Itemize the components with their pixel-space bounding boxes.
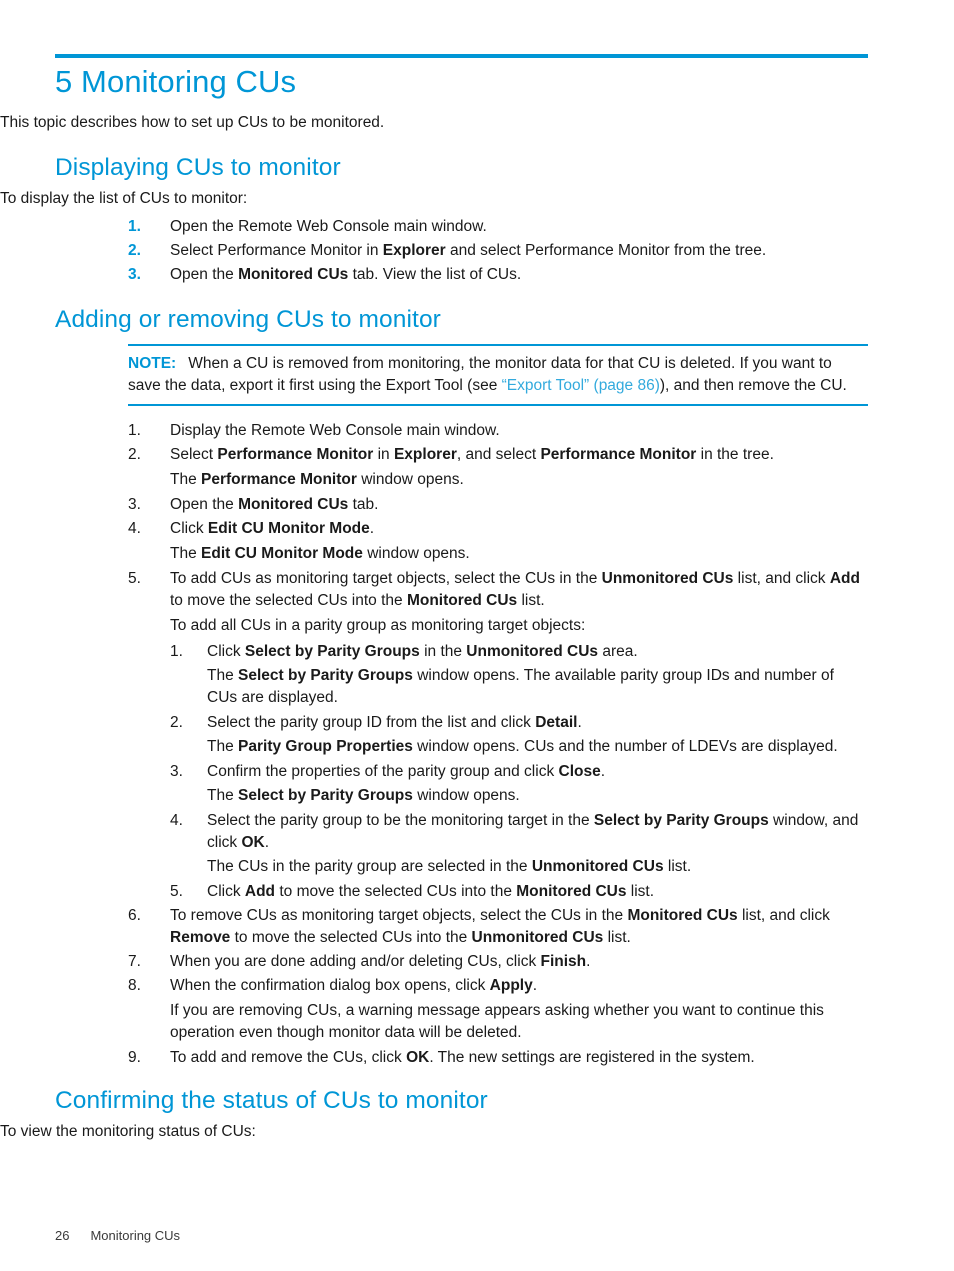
list-item-number: 7. <box>128 953 141 970</box>
list-item-result: The Performance Monitor window opens. <box>170 471 464 488</box>
list-item-result: The Edit CU Monitor Mode window opens. <box>170 545 470 562</box>
list-item: 2. Select Performance Monitor in Explore… <box>128 444 868 491</box>
list-item: 8. When the confirmation dialog box open… <box>128 975 868 1044</box>
list-item: 3. Open the Monitored CUs tab. <box>128 494 868 516</box>
list-item-number: 9. <box>128 1049 141 1066</box>
list-item-number: 2. <box>128 242 141 259</box>
list-item-text: Open the Monitored CUs tab. View the lis… <box>170 266 522 283</box>
list-item-number: 1. <box>170 643 183 660</box>
list-item-text: Open the Remote Web Console main window. <box>170 218 487 235</box>
list-item: 1. Display the Remote Web Console main w… <box>128 420 868 442</box>
list-item-result: The Parity Group Properties window opens… <box>207 738 838 755</box>
section1-lead-paragraph: To display the list of CUs to monitor: <box>0 190 248 207</box>
list-item-number: 4. <box>170 812 183 829</box>
list-item-number: 5. <box>128 570 141 587</box>
chapter-intro-paragraph: This topic describes how to set up CUs t… <box>0 114 385 131</box>
list-item-text: Click Select by Parity Groups in the Unm… <box>207 643 638 660</box>
list-item-text: To add CUs as monitoring target objects,… <box>170 570 860 609</box>
list-item-text: Display the Remote Web Console main wind… <box>170 422 500 439</box>
list-item-text: Select Performance Monitor in Explorer a… <box>170 242 767 259</box>
list-item-text: Click Add to move the selected CUs into … <box>207 883 655 900</box>
list-item-text: Open the Monitored CUs tab. <box>170 496 379 513</box>
export-tool-cross-reference-link[interactable]: “Export Tool” (page 86) <box>502 377 660 394</box>
list-item-result: The CUs in the parity group are selected… <box>207 858 692 875</box>
list-item-number: 3. <box>170 763 183 780</box>
section-heading-confirming-status: Confirming the status of CUs to monitor <box>55 1087 488 1114</box>
list-item-result: The Select by Parity Groups window opens… <box>207 787 520 804</box>
list-item: 4. Click Edit CU Monitor Mode. The Edit … <box>128 518 868 565</box>
list-item-text: To remove CUs as monitoring target objec… <box>170 907 830 946</box>
note-callout: NOTE: When a CU is removed from monitorin… <box>128 344 868 406</box>
substep-lead-paragraph: To add all CUs in a parity group as moni… <box>170 617 586 634</box>
document-page: 5 Monitoring CUs This topic describes ho… <box>0 0 954 1271</box>
chapter-accent-rule <box>55 54 868 58</box>
list-item: 3. Confirm the properties of the parity … <box>170 761 868 807</box>
list-item-number: 2. <box>128 446 141 463</box>
list-item: 2. Select Performance Monitor in Explore… <box>128 240 868 262</box>
page-footer: 26 Monitoring CUs <box>55 1228 180 1243</box>
page-title: 5 Monitoring CUs <box>55 64 297 99</box>
displaying-cus-step-list: 1. Open the Remote Web Console main wind… <box>128 216 868 286</box>
list-item-text: Select the parity group ID from the list… <box>207 714 582 731</box>
list-item-text: Select the parity group to be the monito… <box>207 812 859 851</box>
list-item-number: 1. <box>128 422 141 439</box>
list-item: 9. To add and remove the CUs, click OK. … <box>128 1047 868 1069</box>
list-item-result: The Select by Parity Groups window opens… <box>207 667 834 706</box>
list-item-text: Select Performance Monitor in Explorer, … <box>170 446 774 463</box>
footer-page-number: 26 <box>55 1228 70 1243</box>
section3-lead-paragraph: To view the monitoring status of CUs: <box>0 1123 256 1140</box>
list-item: 5. To add CUs as monitoring target objec… <box>128 568 868 903</box>
list-item: 2. Select the parity group ID from the l… <box>170 712 868 758</box>
section-heading-displaying-cus: Displaying CUs to monitor <box>55 154 341 181</box>
adding-removing-cus-step-list: 1. Display the Remote Web Console main w… <box>128 420 868 1069</box>
list-item-text: To add and remove the CUs, click OK. The… <box>170 1049 755 1066</box>
list-item-number: 3. <box>128 266 141 283</box>
list-item-result: If you are removing CUs, a warning messa… <box>170 1002 824 1041</box>
list-item-number: 3. <box>128 496 141 513</box>
page-content: This topic describes how to set up CUs t… <box>0 112 954 1149</box>
footer-chapter-name: Monitoring CUs <box>90 1228 181 1243</box>
parity-group-substep-list: 1. Click Select by Parity Groups in the … <box>170 641 868 903</box>
note-text-after: ), and then remove the CU. <box>659 377 847 394</box>
list-item: 1. Click Select by Parity Groups in the … <box>170 641 868 709</box>
list-item-text: When the confirmation dialog box opens, … <box>170 977 538 994</box>
list-item-number: 2. <box>170 714 183 731</box>
list-item: 1. Open the Remote Web Console main wind… <box>128 216 868 238</box>
list-item-number: 6. <box>128 907 141 924</box>
list-item-text: When you are done adding and/or deleting… <box>170 953 591 970</box>
list-item-number: 1. <box>128 218 141 235</box>
note-label: NOTE: <box>128 355 177 372</box>
list-item-number: 8. <box>128 977 141 994</box>
list-item-text: Confirm the properties of the parity gro… <box>207 763 606 780</box>
list-item-number: 4. <box>128 520 141 537</box>
list-item-text: Click Edit CU Monitor Mode. <box>170 520 375 537</box>
list-item: 4. Select the parity group to be the mon… <box>170 810 868 878</box>
list-item: 3. Open the Monitored CUs tab. View the … <box>128 264 868 286</box>
note-text: NOTE: When a CU is removed from monitorin… <box>128 353 868 397</box>
list-item-number: 5. <box>170 883 183 900</box>
list-item: 6. To remove CUs as monitoring target ob… <box>128 905 868 949</box>
section-heading-adding-removing-cus: Adding or removing CUs to monitor <box>55 306 441 333</box>
list-item: 5. Click Add to move the selected CUs in… <box>170 881 868 903</box>
list-item: 7. When you are done adding and/or delet… <box>128 951 868 973</box>
